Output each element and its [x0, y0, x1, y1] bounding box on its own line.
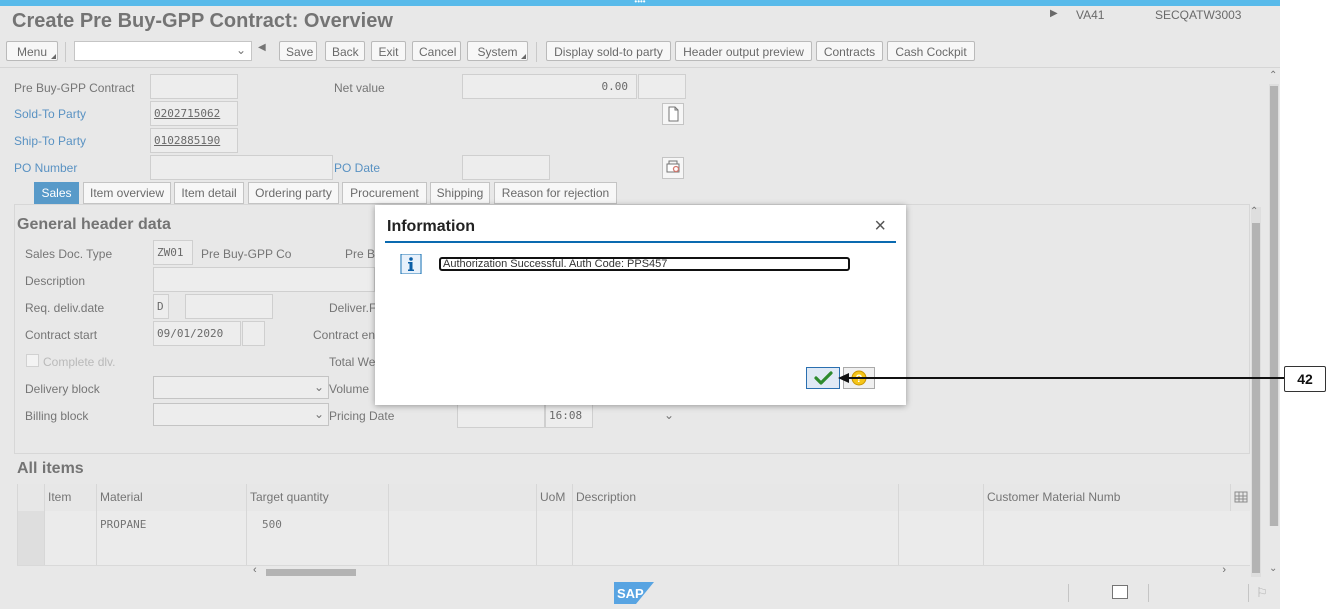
close-icon[interactable]: × [874, 216, 886, 236]
dialog-title: Information [387, 218, 475, 235]
help-button[interactable]: ? [843, 367, 875, 389]
dialog-message: Authorization Successful. Auth Code: PPS… [439, 257, 850, 271]
confirm-button[interactable] [806, 367, 840, 389]
help-icon: ? [851, 370, 867, 386]
callout-badge: 42 [1284, 366, 1326, 392]
dialog-title-rule [385, 241, 896, 243]
information-dialog: Information × Authorization Successful. … [375, 205, 906, 405]
checkmark-icon [814, 371, 833, 385]
info-icon [400, 253, 422, 275]
svg-text:?: ? [856, 373, 863, 385]
